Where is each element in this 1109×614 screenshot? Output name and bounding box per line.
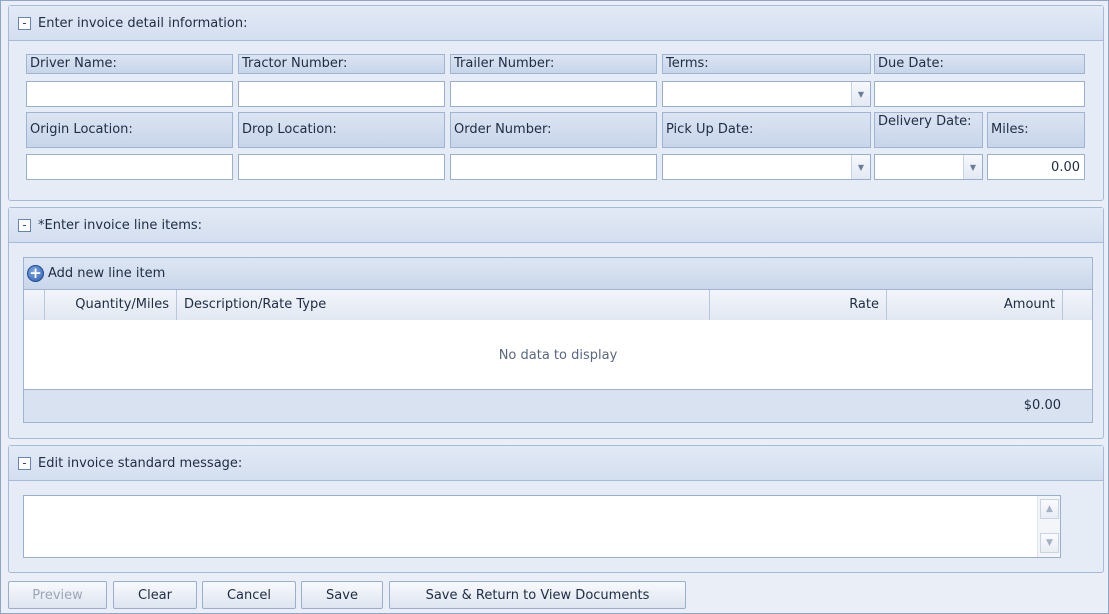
chevron-down-icon[interactable]: ▼ [963,155,982,179]
scroll-down-icon[interactable]: ▼ [1040,533,1059,553]
pick-up-date-label: Pick Up Date: [662,112,871,148]
drop-location-input[interactable] [238,154,445,180]
cancel-button[interactable]: Cancel [202,581,296,609]
line-items-panel-title: *Enter invoice line items: [38,217,203,233]
standard-message-panel-title: Edit invoice standard message: [38,455,243,471]
trailer-number-input[interactable] [450,81,657,107]
tractor-number-label: Tractor Number: [238,54,445,74]
save-return-button[interactable]: Save & Return to View Documents [389,581,686,609]
due-date-label: Due Date: [874,54,1085,74]
line-items-grid-body: No data to display [23,320,1093,390]
origin-location-label: Origin Location: [26,112,233,148]
collapse-line-items-button[interactable]: - [18,218,31,232]
add-line-item-toolbar: + Add new line item [23,257,1093,290]
tractor-number-input[interactable] [238,81,445,107]
delivery-date-label-text: Delivery Date: [878,114,972,129]
add-line-item-link[interactable]: Add new line item [48,266,165,281]
empty-grid-message: No data to display [498,347,618,363]
terms-select[interactable]: ▼ [662,81,871,107]
column-header-description[interactable]: Description/Rate Type [177,290,710,320]
chevron-down-icon[interactable]: ▼ [851,82,870,106]
drop-location-label: Drop Location: [238,112,445,148]
pick-up-date-select[interactable]: ▼ [662,154,871,180]
driver-name-label: Driver Name: [26,54,233,74]
order-number-label: Order Number: [450,112,657,148]
column-header-rate[interactable]: Rate [710,290,887,320]
preview-button[interactable]: Preview [8,581,107,609]
invoice-detail-panel-header[interactable]: - Enter invoice detail information: [9,6,1103,41]
message-scrollbar[interactable]: ▲ ▼ [1037,496,1060,557]
line-items-total: $0.00 [1023,398,1061,413]
scroll-spacer-column [1063,290,1092,320]
due-date-input[interactable] [874,81,1085,107]
row-selector-column [24,290,45,320]
column-header-amount[interactable]: Amount [887,290,1063,320]
collapse-message-button[interactable]: - [18,456,31,470]
line-items-panel-header[interactable]: - *Enter invoice line items: [9,208,1103,243]
invoice-form: - Enter invoice detail information: Driv… [0,0,1109,614]
line-items-grid-footer: $0.00 [23,389,1093,423]
column-header-quantity[interactable]: Quantity/Miles [45,290,177,320]
delivery-date-select[interactable]: ▼ [874,154,983,180]
miles-label: Miles: [987,112,1085,148]
standard-message-textarea[interactable] [23,495,1061,558]
invoice-detail-panel: - Enter invoice detail information: Driv… [8,5,1104,201]
line-items-panel: - *Enter invoice line items: + Add new l… [8,207,1104,439]
line-items-grid-header: Quantity/Miles Description/Rate Type Rat… [23,289,1093,321]
clear-button[interactable]: Clear [113,581,197,609]
standard-message-panel-header[interactable]: - Edit invoice standard message: [9,446,1103,481]
driver-name-input[interactable] [26,81,233,107]
invoice-detail-panel-title: Enter invoice detail information: [38,15,248,31]
order-number-input[interactable] [450,154,657,180]
chevron-down-icon[interactable]: ▼ [851,155,870,179]
save-button[interactable]: Save [301,581,383,609]
collapse-detail-button[interactable]: - [18,16,31,30]
delivery-date-label: Delivery Date: [874,112,983,148]
terms-label: Terms: [662,54,871,74]
scroll-up-icon[interactable]: ▲ [1040,499,1059,519]
plus-circle-icon[interactable]: + [27,265,44,282]
origin-location-input[interactable] [26,154,233,180]
standard-message-panel: - Edit invoice standard message: ▲ ▼ [8,445,1104,573]
miles-input[interactable] [987,154,1085,180]
trailer-number-label: Trailer Number: [450,54,657,74]
